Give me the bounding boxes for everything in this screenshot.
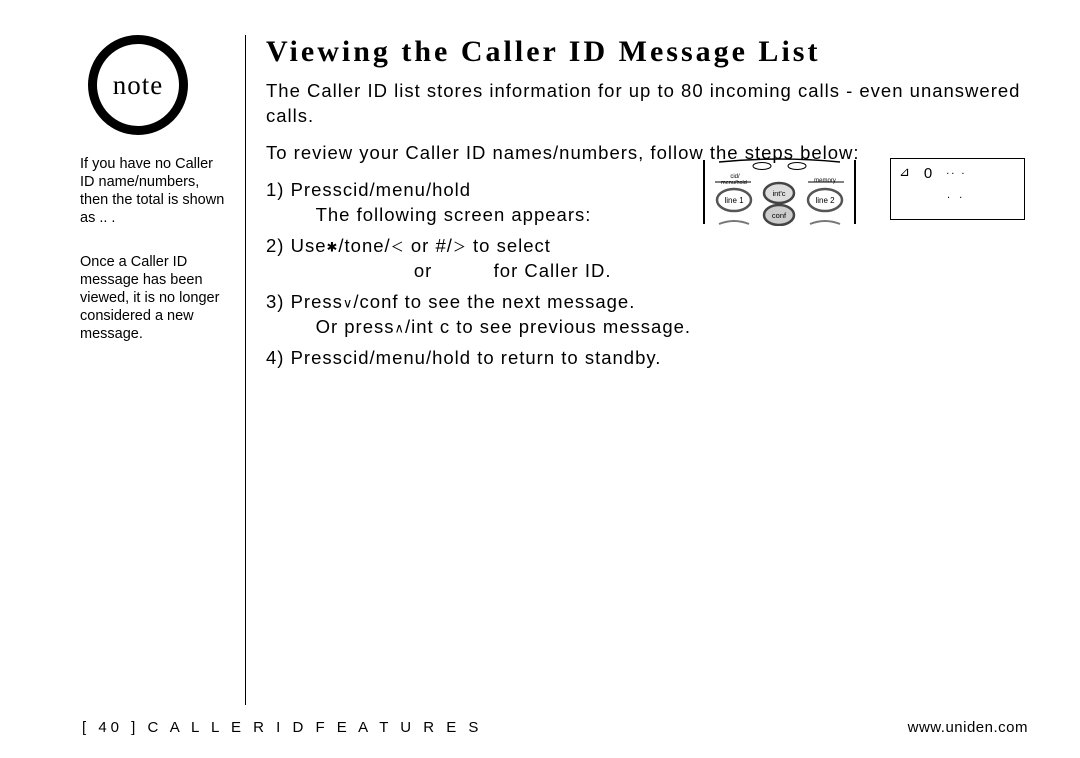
svg-text:line 1: line 1: [724, 196, 744, 205]
svg-text:int'c: int'c: [772, 189, 785, 198]
intro-paragraph-1: The Caller ID list stores information fo…: [266, 79, 1030, 129]
note-circle-icon: note: [88, 35, 188, 135]
display-dots-2: . .: [899, 188, 1016, 202]
display-zero: 0: [924, 164, 932, 184]
diagrams-row: cid/ menu/hold memory line 1 int'c conf …: [697, 158, 1025, 226]
phone-display-diagram: ⊿ 0 .. . . .: [890, 158, 1025, 220]
display-line-1: ⊿ 0 .. .: [899, 164, 1016, 184]
footer-page-label: [ 40 ] C A L L E R I D F E A T U R E S: [82, 719, 482, 736]
greater-than-icon: ＞: [453, 239, 467, 254]
sidebar-note-1: If you have no Caller ID name/numbers, t…: [80, 155, 235, 228]
note-label: note: [113, 70, 164, 101]
antenna-icon: ⊿: [899, 164, 910, 181]
svg-text:menu/hold: menu/hold: [721, 180, 747, 186]
display-dots-1: .. .: [946, 164, 966, 178]
svg-text:line 2: line 2: [815, 196, 835, 205]
svg-text:conf: conf: [772, 211, 787, 220]
chevron-down-icon: ∨: [343, 295, 354, 310]
phone-keypad-diagram: cid/ menu/hold memory line 1 int'c conf …: [697, 158, 862, 226]
sidebar: note If you have no Caller ID name/numbe…: [80, 35, 245, 705]
footer-url: www.uniden.com: [908, 719, 1028, 736]
sidebar-note-2: Once a Caller ID message has been viewed…: [80, 253, 235, 344]
less-than-icon: ＜: [391, 239, 405, 254]
svg-text:memory: memory: [814, 178, 836, 184]
chevron-up-icon: ∧: [395, 320, 406, 335]
step-2: 2) Use✱/tone/＜ or #/＞ to select or for C…: [266, 234, 1030, 284]
step-4: 4) Presscid/menu/hold to return to stand…: [266, 346, 1030, 371]
main-content: Viewing the Caller ID Message List The C…: [246, 35, 1030, 705]
page-heading: Viewing the Caller ID Message List: [266, 35, 1030, 69]
page-footer: [ 40 ] C A L L E R I D F E A T U R E S w…: [82, 719, 1028, 736]
asterisk-icon: ✱: [327, 239, 339, 254]
step-3: 3) Press∨/conf to see the next message. …: [266, 290, 1030, 340]
page-container: note If you have no Caller ID name/numbe…: [80, 35, 1030, 705]
